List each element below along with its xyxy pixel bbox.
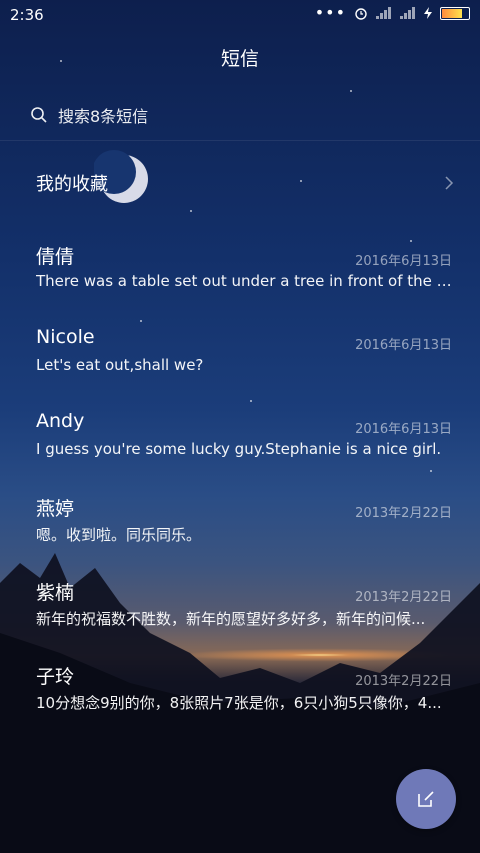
- search-bar[interactable]: 搜索8条短信: [30, 103, 148, 127]
- message-preview: 10分想念9别的你，8张照片7张是你，6只小狗5只像你，4...: [36, 694, 442, 712]
- message-date: 2016年6月13日: [355, 338, 452, 353]
- page-title: 短信: [220, 48, 259, 70]
- favorites-item[interactable]: 我的收藏: [36, 168, 456, 198]
- message-preview: 新年的祝福数不胜数，新年的愿望好多好多，新年的问候...: [36, 610, 426, 628]
- contact-name: 子玲: [36, 666, 75, 688]
- signal-icon-2: [400, 7, 416, 19]
- alarm-icon: [355, 8, 367, 20]
- conversation-item[interactable]: 倩倩 2016年6月13日 There was a table set out …: [36, 238, 452, 322]
- message-date: 2013年2月22日: [355, 506, 452, 521]
- favorites-label: 我的收藏: [36, 174, 108, 195]
- compose-icon: [418, 791, 434, 807]
- conversation-item[interactable]: 紫楠 2013年2月22日 新年的祝福数不胜数，新年的愿望好多好多，新年的问候.…: [36, 574, 452, 658]
- status-bar: 2:36 •••: [0, 0, 480, 30]
- conversation-item[interactable]: Nicole 2016年6月13日 Let's eat out,shall we…: [36, 322, 452, 406]
- search-icon: [31, 107, 47, 123]
- divider: [0, 140, 480, 141]
- message-preview: 嗯。收到啦。同乐同乐。: [36, 526, 202, 544]
- conversation-item[interactable]: Andy 2016年6月13日 I guess you're some luck…: [36, 406, 452, 490]
- message-preview: Let's eat out,shall we?: [36, 356, 204, 374]
- conversation-item[interactable]: 燕婷 2013年2月22日 嗯。收到啦。同乐同乐。: [36, 490, 452, 574]
- conversation-item[interactable]: 子玲 2013年2月22日 10分想念9别的你，8张照片7张是你，6只小狗5只像…: [36, 658, 452, 742]
- contact-name: 紫楠: [36, 582, 75, 604]
- signal-icon: [376, 7, 392, 19]
- message-date: 2016年6月13日: [355, 422, 452, 437]
- clock: 2:36: [10, 6, 44, 24]
- contact-name: Nicole: [36, 326, 95, 348]
- compose-button[interactable]: [396, 769, 456, 829]
- search-placeholder: 搜索8条短信: [58, 107, 149, 126]
- message-date: 2016年6月13日: [355, 254, 452, 269]
- contact-name: 倩倩: [36, 246, 75, 268]
- contact-name: 燕婷: [36, 498, 75, 520]
- contact-name: Andy: [36, 410, 85, 432]
- chevron-right-icon: [445, 176, 454, 190]
- charging-icon: [424, 7, 432, 19]
- message-preview: I guess you're some lucky guy.Stephanie …: [36, 440, 442, 458]
- more-notifications-icon: •••: [314, 3, 346, 22]
- battery-icon: [440, 6, 470, 20]
- message-date: 2013年2月22日: [355, 674, 452, 689]
- message-date: 2013年2月22日: [355, 590, 452, 605]
- message-preview: There was a table set out under a tree i…: [36, 272, 452, 290]
